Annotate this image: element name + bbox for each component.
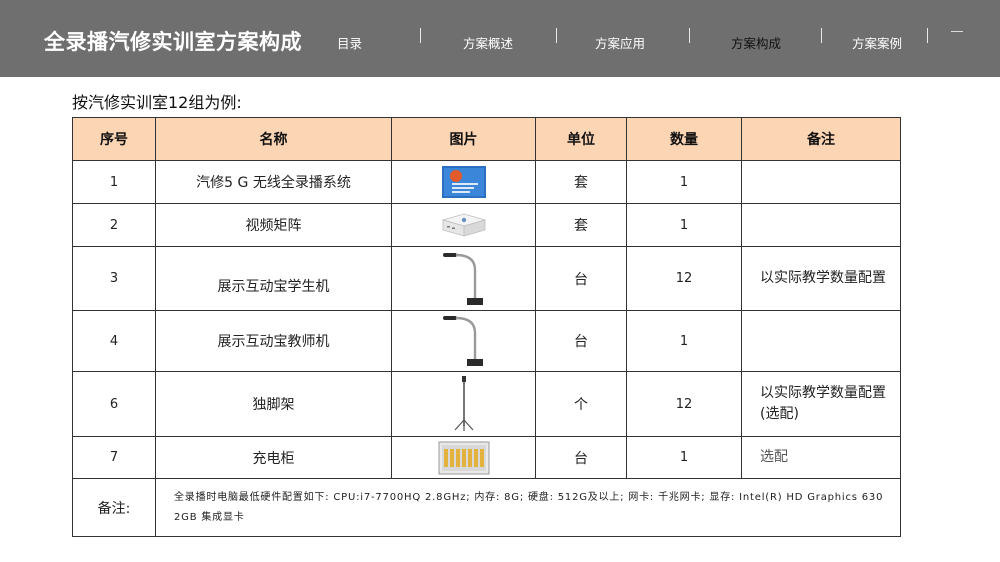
table-footer-row: 备注: 全录播时电脑最低硬件配置如下: CPU:i7-7700HQ 2.8GHz… (72, 478, 901, 537)
cell-qty: 12 (626, 246, 742, 311)
cell-qty: 1 (626, 310, 742, 372)
nav-item-application[interactable]: 方案应用 (595, 33, 645, 52)
cell-unit: 台 (535, 310, 627, 372)
cell-remark: 以实际教学数量配置 (选配) (741, 371, 901, 437)
cell-unit: 个 (535, 371, 627, 437)
column-header-name: 名称 (155, 117, 392, 161)
nav-dash (951, 31, 963, 32)
subtitle: 按汽修实训室12组为例: (72, 93, 242, 112)
nav-separator (556, 28, 557, 43)
cell-qty: 12 (626, 371, 742, 437)
cell-unit: 台 (535, 246, 627, 311)
cell-unit: 套 (535, 203, 627, 247)
gooseneck-camera-image (442, 316, 483, 366)
cell-name: 充电柜 (155, 436, 392, 479)
column-header-unit: 单位 (535, 117, 627, 161)
column-header-remark: 备注 (741, 117, 901, 161)
cell-no: 1 (72, 160, 156, 204)
nav-item-composition[interactable]: 方案构成 (731, 33, 781, 52)
table-row: 4 展示互动宝教师机 台 1 (72, 310, 901, 372)
cell-name: 展示互动宝学生机 (155, 246, 392, 311)
nav-separator (821, 28, 822, 43)
nav-separator (927, 28, 928, 43)
footer-label: 备注: (72, 478, 156, 537)
cell-image (391, 436, 536, 479)
nav-item-toc[interactable]: 目录 (337, 33, 362, 52)
table-row: 1 汽修5 G 无线全录播系统 套 1 (72, 160, 901, 204)
cell-qty: 1 (626, 436, 742, 479)
cell-qty: 1 (626, 203, 742, 247)
software-box-image (441, 166, 486, 198)
nav-item-overview[interactable]: 方案概述 (463, 33, 513, 52)
column-header-no: 序号 (72, 117, 156, 161)
column-header-image: 图片 (391, 117, 536, 161)
cell-name: 汽修5 G 无线全录播系统 (155, 160, 392, 204)
cell-no: 3 (72, 246, 156, 311)
cell-remark (741, 310, 901, 372)
cell-image (391, 310, 536, 372)
table-row: 7 充电柜 台 1 选配 (72, 436, 901, 479)
table-row: 3 展示互动宝学生机 台 12 以实际教学数量配置 (72, 246, 901, 311)
table-row: 2 视频矩阵 套 1 (72, 203, 901, 247)
cell-no: 6 (72, 371, 156, 437)
cell-remark (741, 203, 901, 247)
gooseneck-camera-image (442, 252, 483, 305)
footer-text: 全录播时电脑最低硬件配置如下: CPU:i7-7700HQ 2.8GHz; 内存… (155, 478, 901, 537)
page-title: 全录播汽修实训室方案构成 (44, 30, 302, 54)
header-bar: 全录播汽修实训室方案构成 目录 方案概述 方案应用 方案构成 方案案例 (0, 0, 1000, 77)
table-row: 6 独脚架 个 12 以实际教学数量配置 (选配) (72, 371, 901, 437)
cell-unit: 台 (535, 436, 627, 479)
nav-separator (689, 28, 690, 43)
nav-separator (420, 28, 421, 43)
cell-remark: 选配 (741, 436, 901, 479)
cell-unit: 套 (535, 160, 627, 204)
equipment-table: 序号 名称 图片 单位 数量 备注 1 汽修5 G 无线全录播系统 套 1 2 … (72, 117, 901, 537)
nav-item-cases[interactable]: 方案案例 (852, 33, 902, 52)
cell-image (391, 371, 536, 437)
cell-remark: 以实际教学数量配置 (741, 246, 901, 311)
monopod-image (454, 376, 473, 431)
cell-image (391, 246, 536, 311)
cell-image (391, 203, 536, 247)
cell-no: 7 (72, 436, 156, 479)
charging-cabinet-image (438, 441, 489, 474)
cell-name: 展示互动宝教师机 (155, 310, 392, 372)
white-box-device-image (441, 213, 486, 237)
cell-name: 视频矩阵 (155, 203, 392, 247)
cell-qty: 1 (626, 160, 742, 204)
cell-remark (741, 160, 901, 204)
cell-image (391, 160, 536, 204)
cell-name: 独脚架 (155, 371, 392, 437)
cell-no: 2 (72, 203, 156, 247)
cell-no: 4 (72, 310, 156, 372)
table-header-row: 序号 名称 图片 单位 数量 备注 (72, 117, 901, 161)
column-header-qty: 数量 (626, 117, 742, 161)
